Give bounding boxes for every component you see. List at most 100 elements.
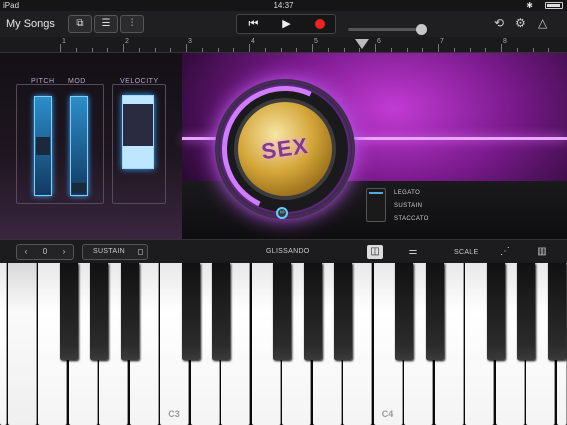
loop-icon[interactable]: ⟲	[494, 16, 504, 30]
black-key[interactable]	[273, 263, 291, 360]
ruler-tick	[138, 48, 140, 52]
black-key[interactable]	[303, 263, 322, 360]
battery-icon	[545, 2, 563, 9]
ruler-tick	[469, 48, 471, 52]
ruler-tick	[406, 48, 408, 52]
rewind-button[interactable]: ⏮	[237, 15, 270, 33]
ruler-marker: 4	[251, 38, 255, 45]
black-key[interactable]	[547, 263, 566, 360]
ruler-marker: 1	[62, 38, 66, 45]
status-bar: iPad 14:37 ✱	[0, 0, 567, 11]
key-label: C3	[168, 409, 180, 419]
pitch-wheel-handle[interactable]	[36, 137, 50, 155]
octave-value: 0	[42, 247, 48, 256]
scale-button[interactable]: SCALE	[454, 249, 478, 256]
ruler-tick	[280, 48, 282, 52]
ruler-marker: 3	[188, 38, 192, 45]
timeline-ruler[interactable]: 1 2 3 4 5 6 7 8	[0, 37, 567, 53]
ruler-tick	[327, 48, 329, 52]
octave-up-button[interactable]: ›	[55, 245, 73, 259]
bluetooth-icon: ✱	[526, 1, 533, 10]
mixer-icon[interactable]: ⫶	[120, 15, 144, 33]
white-key[interactable]	[0, 263, 7, 425]
ruler-marker: 7	[440, 38, 444, 45]
ruler-tick	[154, 48, 156, 52]
ruler-tick	[233, 48, 235, 52]
octave-down-button[interactable]: ‹	[17, 245, 35, 259]
velocity-level	[123, 146, 153, 168]
mod-wheel[interactable]	[70, 96, 88, 196]
ruler-tick	[312, 44, 313, 52]
knob-link-icon[interactable]: ∞	[276, 207, 288, 219]
articulation-staccato[interactable]: STACCATO	[394, 216, 429, 222]
sustain-button[interactable]: SUSTAIN	[82, 244, 148, 260]
arpeggio-icon[interactable]: ⋰	[497, 245, 513, 259]
ruler-tick	[532, 48, 534, 52]
ruler-marker: 2	[125, 38, 129, 45]
black-key[interactable]	[334, 263, 352, 360]
pitch-wheel[interactable]	[34, 96, 52, 196]
sustain-label: SUSTAIN	[93, 248, 125, 255]
black-key[interactable]	[395, 263, 413, 360]
articulation-switch[interactable]	[366, 188, 386, 222]
articulation-sustain[interactable]: SUSTAIN	[394, 203, 422, 209]
ruler-tick	[548, 48, 550, 52]
record-icon	[314, 19, 325, 29]
ruler-tick	[501, 44, 502, 52]
ruler-tick	[123, 44, 124, 52]
my-songs-button[interactable]: My Songs	[6, 18, 55, 30]
ruler-tick	[343, 48, 345, 52]
white-key[interactable]	[7, 263, 37, 425]
ruler-marker: 6	[377, 38, 381, 45]
page-dots	[280, 257, 290, 270]
ruler-tick	[390, 48, 392, 52]
velocity-slider[interactable]	[122, 95, 154, 169]
sliders-icon[interactable]: ⚌	[405, 245, 421, 259]
metronome-icon[interactable]: △	[538, 16, 547, 30]
black-key[interactable]	[181, 263, 200, 360]
volume-slider-knob[interactable]	[416, 24, 427, 35]
browser-icon[interactable]: ⧉	[68, 15, 92, 33]
black-key[interactable]	[212, 263, 230, 360]
mod-wheel-handle[interactable]	[72, 183, 86, 193]
ruler-marker: 5	[314, 38, 318, 45]
ruler-tick	[91, 48, 93, 52]
ruler-marker: 8	[503, 38, 507, 45]
ruler-tick	[217, 48, 219, 52]
volume-slider-track[interactable]	[348, 28, 426, 31]
black-key[interactable]	[517, 263, 535, 360]
ruler-tick	[249, 44, 250, 52]
play-button[interactable]: ▶	[270, 15, 303, 33]
ruler-tick	[201, 48, 203, 52]
glissando-label[interactable]: GLISSANDO	[266, 248, 310, 255]
ruler-tick	[296, 48, 298, 52]
ruler-tick	[264, 48, 266, 52]
ruler-tick	[75, 48, 77, 52]
keyboard-layout-icon[interactable]: ◫	[367, 245, 383, 259]
black-key[interactable]	[486, 263, 505, 360]
clock: 14:37	[273, 1, 294, 10]
black-key[interactable]	[425, 263, 444, 360]
piano-keyboard: C3 C4	[0, 263, 567, 425]
black-key[interactable]	[59, 263, 78, 360]
black-key[interactable]	[90, 263, 108, 360]
ruler-tick	[453, 48, 455, 52]
garageband-screen: iPad 14:37 ✱ My Songs ⧉ ☰ ⫶ ⏮ ▶ ⟲ ⚙ △ 1 2…	[0, 0, 567, 425]
ruler-tick	[359, 48, 361, 52]
articulation-indicator	[369, 192, 383, 194]
keys-icon[interactable]: ▥	[534, 245, 550, 259]
toolbar: My Songs ⧉ ☰ ⫶ ⏮ ▶ ⟲ ⚙ △	[0, 11, 567, 37]
key-label: C4	[381, 409, 394, 419]
transport-controls: ⏮ ▶	[236, 14, 336, 34]
lock-icon	[138, 249, 143, 255]
articulation-legato[interactable]: LEGATO	[394, 190, 420, 196]
settings-icon[interactable]: ⚙	[515, 16, 526, 30]
ruler-tick	[485, 48, 487, 52]
ruler-tick	[170, 48, 172, 52]
ruler-tick	[375, 44, 376, 52]
black-key[interactable]	[120, 263, 139, 360]
tracks-icon[interactable]: ☰	[94, 15, 118, 33]
ruler-tick	[60, 44, 61, 52]
record-button[interactable]	[303, 15, 336, 33]
ruler-tick	[438, 44, 439, 52]
